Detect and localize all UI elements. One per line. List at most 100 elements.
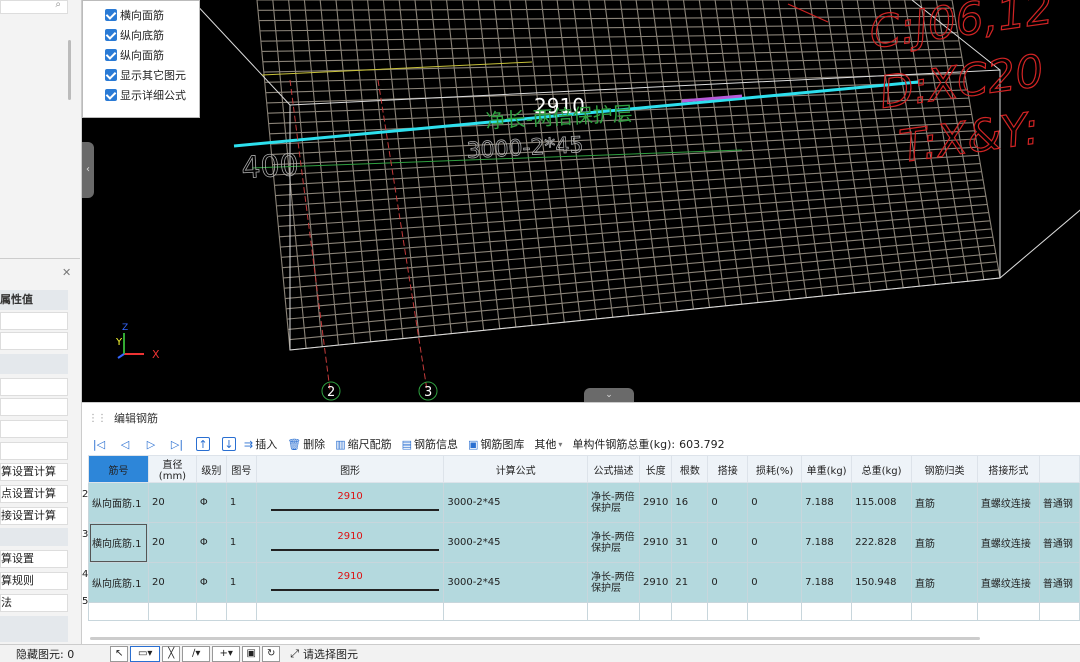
name-cell[interactable]: 横向底筋.1 xyxy=(88,522,149,563)
fig-cell[interactable]: 1 xyxy=(225,522,257,563)
extra-cell[interactable]: 普通钢 xyxy=(1038,482,1080,523)
col-header[interactable]: 单重(kg) xyxy=(801,455,853,483)
formula-cell[interactable]: 3000-2*45 xyxy=(443,522,589,563)
shape-cell[interactable]: 2910 xyxy=(255,562,445,603)
option-row-1[interactable]: 纵向底筋 xyxy=(83,25,199,45)
left-item-2[interactable]: 接设置计算 xyxy=(0,507,68,525)
empty-cell[interactable] xyxy=(707,602,749,621)
empty-cell[interactable] xyxy=(147,602,197,621)
formula-cell[interactable]: 3000-2*45 xyxy=(443,562,589,603)
col-header[interactable]: 图号 xyxy=(225,455,257,483)
col-header[interactable]: 根数 xyxy=(671,455,709,483)
grade-cell[interactable]: Φ xyxy=(195,562,227,603)
loss-cell[interactable]: 0 xyxy=(747,482,803,523)
total-weight-cell[interactable]: 150.948 xyxy=(851,562,913,603)
empty-cell[interactable] xyxy=(443,602,589,621)
lap-type-cell[interactable]: 直螺纹连接 xyxy=(976,482,1040,523)
prop-blank-4[interactable] xyxy=(0,398,68,416)
close-icon[interactable]: ✕ xyxy=(62,266,71,279)
length-cell[interactable]: 2910 xyxy=(638,482,673,523)
option-row-2[interactable]: 纵向面筋 xyxy=(83,45,199,65)
prop-blank-5[interactable] xyxy=(0,420,68,438)
fig-cell[interactable]: 1 xyxy=(225,562,257,603)
col-header[interactable]: 直径(mm) xyxy=(147,455,197,483)
total-weight-cell[interactable]: 115.008 xyxy=(851,482,913,523)
table-row[interactable]: 纵向底筋.1 20 Φ 1 2910 3000-2*45 净长-两倍保护层 2910 21 0 0 7… xyxy=(88,562,1080,603)
count-cell[interactable]: 31 xyxy=(671,522,709,563)
empty-cell[interactable] xyxy=(671,602,709,621)
left-item-1[interactable]: 点设置计算 xyxy=(0,485,68,503)
checkbox-icon[interactable] xyxy=(105,89,117,101)
lap-type-cell[interactable]: 直螺纹连接 xyxy=(976,522,1040,563)
search-box[interactable]: ⌕ xyxy=(0,0,68,14)
first-record-icon[interactable]: |◁ xyxy=(92,437,106,451)
empty-cell[interactable] xyxy=(587,602,640,621)
scale-rebar-button[interactable]: ▥ 缩尺配筋 xyxy=(335,436,391,452)
left-item-3[interactable]: 算设置 xyxy=(0,550,68,568)
prev-record-icon[interactable]: ◁ xyxy=(118,437,132,451)
fig-cell[interactable]: 1 xyxy=(225,482,257,523)
left-collapse-tab[interactable]: ‹ xyxy=(82,142,94,198)
col-header[interactable]: 公式描述 xyxy=(587,455,640,483)
checkbox-icon[interactable] xyxy=(105,9,117,21)
col-header[interactable]: 搭接形式 xyxy=(976,455,1040,483)
col-header[interactable] xyxy=(1038,455,1080,483)
checkbox-icon[interactable] xyxy=(105,49,117,61)
col-header[interactable]: 图形 xyxy=(255,455,445,483)
grade-cell[interactable]: Φ xyxy=(195,482,227,523)
diameter-cell[interactable]: 20 xyxy=(147,562,197,603)
copy-icon[interactable]: ▣ xyxy=(242,645,261,662)
line-tool-icon[interactable]: ∕▾ xyxy=(182,645,211,662)
empty-cell[interactable] xyxy=(976,602,1040,621)
col-header[interactable]: 损耗(%) xyxy=(747,455,803,483)
move-down-icon[interactable]: ↓ xyxy=(222,437,236,451)
empty-cell[interactable] xyxy=(638,602,673,621)
grip-icon[interactable]: ⋮⋮ xyxy=(88,413,107,424)
delete-button[interactable]: 🗑 删除 xyxy=(287,436,325,452)
category-cell[interactable]: 直筋 xyxy=(911,562,978,603)
col-header[interactable]: 搭接 xyxy=(707,455,749,483)
option-row-0[interactable]: 横向面筋 xyxy=(83,5,199,25)
insert-point-icon[interactable]: +▾ xyxy=(212,645,241,662)
unit-weight-cell[interactable]: 7.188 xyxy=(801,482,853,523)
rect-select-icon[interactable]: ▭▾ xyxy=(130,645,161,662)
cross-select-icon[interactable]: ╳ xyxy=(162,645,181,662)
shape-cell[interactable]: 2910 xyxy=(255,522,445,563)
empty-cell[interactable] xyxy=(88,602,149,621)
lap-cell[interactable]: 0 xyxy=(707,522,749,563)
table-row-empty[interactable] xyxy=(88,602,1080,621)
prop-blank-1[interactable] xyxy=(0,312,68,330)
left-scrollbar[interactable] xyxy=(68,40,71,100)
rebar-library-button[interactable]: ▣ 钢筋图库 xyxy=(468,436,524,452)
col-header[interactable]: 级别 xyxy=(195,455,227,483)
left-item-5[interactable]: 法 xyxy=(0,594,68,612)
desc-cell[interactable]: 净长-两倍保护层 xyxy=(587,562,640,603)
horizontal-scrollbar[interactable] xyxy=(90,637,980,640)
empty-cell[interactable] xyxy=(801,602,853,621)
empty-cell[interactable] xyxy=(747,602,803,621)
bottom-collapse-tab[interactable]: ⌄ xyxy=(584,388,634,402)
category-cell[interactable]: 直筋 xyxy=(911,482,978,523)
diameter-cell[interactable]: 20 xyxy=(147,482,197,523)
option-row-3[interactable]: 显示其它图元 xyxy=(83,65,199,85)
col-header[interactable]: 长度 xyxy=(638,455,673,483)
lap-type-cell[interactable]: 直螺纹连接 xyxy=(976,562,1040,603)
count-cell[interactable]: 16 xyxy=(671,482,709,523)
unit-weight-cell[interactable]: 7.188 xyxy=(801,522,853,563)
prop-blank-3[interactable] xyxy=(0,378,68,396)
empty-cell[interactable] xyxy=(255,602,445,621)
desc-cell[interactable]: 净长-两倍保护层 xyxy=(587,482,640,523)
rebar-info-button[interactable]: ▤ 钢筋信息 xyxy=(402,436,458,452)
desc-cell[interactable]: 净长-两倍保护层 xyxy=(587,522,640,563)
search-icon[interactable]: ⌕ xyxy=(55,0,61,10)
grade-cell[interactable]: Φ xyxy=(195,522,227,563)
shape-cell[interactable]: 2910 xyxy=(255,482,445,523)
lap-cell[interactable]: 0 xyxy=(707,482,749,523)
table-row[interactable]: 纵向面筋.1 20 Φ 1 2910 3000-2*45 净长-两倍保护层 2910 16 0 0 7… xyxy=(88,482,1080,523)
insert-button[interactable]: ⇉ 插入 xyxy=(244,436,277,452)
col-header[interactable]: 钢筋归类 xyxy=(911,455,978,483)
name-cell[interactable]: 纵向面筋.1 xyxy=(88,482,149,523)
loss-cell[interactable]: 0 xyxy=(747,562,803,603)
extra-cell[interactable]: 普通钢 xyxy=(1038,522,1080,563)
col-header[interactable]: 筋号 xyxy=(88,455,149,483)
